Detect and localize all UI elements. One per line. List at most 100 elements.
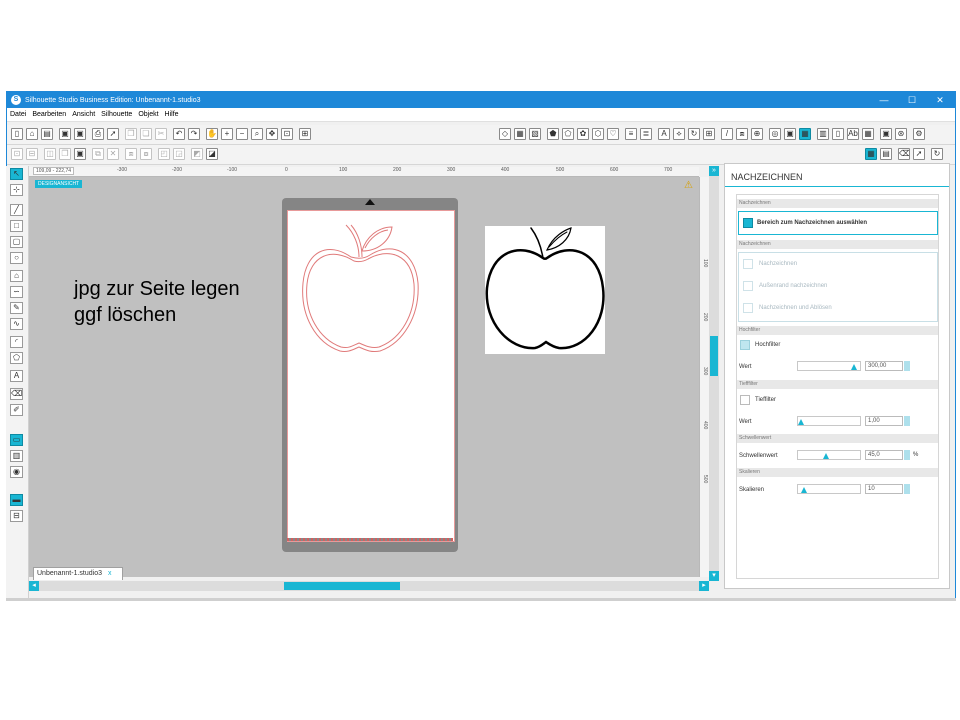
text-icon[interactable]: A — [658, 128, 670, 140]
knife-tool-icon[interactable]: ✐ — [10, 404, 23, 416]
zoom-select-icon[interactable]: ⌕ — [251, 128, 263, 140]
warning-icon[interactable]: ⚠ — [684, 180, 693, 191]
bring-to-front-icon[interactable]: ◰ — [158, 148, 170, 160]
refresh-icon[interactable]: ↻ — [931, 148, 943, 160]
settings-gear-icon[interactable]: ⚙ — [913, 128, 925, 140]
select-tool-icon[interactable]: ↖ — [10, 168, 23, 180]
delete-icon[interactable]: ✕ — [107, 148, 119, 160]
line-color-icon[interactable]: ⬡ — [592, 128, 604, 140]
page-setup-icon[interactable]: ◇ — [499, 128, 511, 140]
menu-datei[interactable]: Datei — [10, 111, 26, 118]
line-style-icon[interactable]: ♡ — [607, 128, 619, 140]
release-compound-icon[interactable]: ⧇ — [140, 148, 152, 160]
store-globe-icon[interactable]: ◉ — [10, 466, 23, 478]
store-icon[interactable]: ▣ — [880, 128, 892, 140]
menu-bearbeiten[interactable]: Bearbeiten — [32, 111, 66, 118]
text-tool-icon[interactable]: A — [10, 370, 23, 382]
apple-jpg-image[interactable] — [485, 226, 605, 354]
smooth-freehand-tool-icon[interactable]: ∿ — [10, 318, 23, 330]
fill-color-icon[interactable]: ⬟ — [547, 128, 559, 140]
undo-icon[interactable]: ↶ — [173, 128, 185, 140]
weld-icon[interactable]: ◩ — [191, 148, 203, 160]
line-tool-icon[interactable]: ╱ — [10, 204, 23, 216]
send-icon[interactable]: ➚ — [913, 148, 925, 160]
horizontal-scroll-thumb[interactable] — [284, 582, 400, 590]
horizontal-scrollbar[interactable] — [29, 581, 709, 591]
scroll-right-icon[interactable]: ▸ — [699, 581, 709, 591]
trace-active-icon[interactable]: ▦ — [799, 128, 811, 140]
fit-to-window-icon[interactable]: ⊡ — [281, 128, 293, 140]
tab-close-icon[interactable]: x — [108, 570, 112, 577]
pan-hand-icon[interactable]: ✋ — [206, 128, 218, 140]
edit-points-icon[interactable]: ◫ — [44, 148, 56, 160]
shadow-icon[interactable]: ≡ — [625, 128, 637, 140]
open-folder-icon[interactable]: ⌂ — [26, 128, 38, 140]
layers-icon[interactable]: ▥ — [817, 128, 829, 140]
rectangle-tool-icon[interactable]: □ — [10, 220, 23, 232]
select-all-icon[interactable]: ⊡ — [11, 148, 23, 160]
drag-zoom-icon[interactable]: ✥ — [266, 128, 278, 140]
send-to-back-icon[interactable]: ◲ — [173, 148, 185, 160]
vertical-scroll-thumb[interactable] — [710, 336, 718, 376]
library-icon[interactable]: ▦ — [862, 128, 874, 140]
copy-icon[interactable]: ❐ — [125, 128, 137, 140]
curve-tool-icon[interactable]: ∽ — [10, 286, 23, 298]
gradient-icon[interactable]: ⬠ — [562, 128, 574, 140]
menu-silhouette[interactable]: Silhouette — [101, 111, 132, 118]
offset-icon[interactable]: ◎ — [769, 128, 781, 140]
ungroup-icon[interactable]: ⧉ — [92, 148, 104, 160]
font-icon[interactable]: Ab — [847, 128, 859, 140]
rotate-icon[interactable]: ↻ — [688, 128, 700, 140]
eraser-tool-icon[interactable]: ⌫ — [10, 388, 23, 400]
save-icon[interactable]: ▣ — [59, 128, 71, 140]
transform-icon[interactable]: ⟡ — [673, 128, 685, 140]
knife-icon[interactable]: / — [721, 128, 733, 140]
menu-objekt[interactable]: Objekt — [138, 111, 158, 118]
cut-view-icon[interactable]: ▤ — [880, 148, 892, 160]
ellipse-tool-icon[interactable]: ○ — [10, 252, 23, 264]
send-to-cutter-icon[interactable]: ➚ — [107, 128, 119, 140]
trace-panel-icon[interactable]: ▣ — [784, 128, 796, 140]
panel-collapse-icon[interactable]: » — [709, 166, 719, 176]
grid-settings-icon[interactable]: ▦ — [514, 128, 526, 140]
zoom-in-icon[interactable]: + — [221, 128, 233, 140]
point-edit-tool-icon[interactable]: ⊹ — [10, 184, 23, 196]
regular-polygon-tool-icon[interactable]: ⬠ — [10, 352, 23, 364]
save-as-icon[interactable]: ▣ — [74, 128, 86, 140]
maximize-button[interactable]: ☐ — [899, 92, 925, 108]
lock-icon[interactable]: ◪ — [206, 148, 218, 160]
vertical-scrollbar[interactable] — [709, 166, 719, 580]
menu-hilfe[interactable]: Hilfe — [165, 111, 179, 118]
fit-page-icon[interactable]: ⊞ — [299, 128, 311, 140]
eraser-icon[interactable]: ⌫ — [898, 148, 910, 160]
design-store-icon[interactable]: ⊛ — [895, 128, 907, 140]
document-tab[interactable]: Unbenannt-1.studio3 x — [33, 567, 123, 580]
modify-icon[interactable]: ⊕ — [751, 128, 763, 140]
align-icon[interactable]: ⊞ — [703, 128, 715, 140]
freehand-tool-icon[interactable]: ✎ — [10, 302, 23, 314]
new-document-icon[interactable]: ▯ — [11, 128, 23, 140]
fill-pattern-icon[interactable]: ✿ — [577, 128, 589, 140]
make-compound-icon[interactable]: ⧈ — [125, 148, 137, 160]
replicate-icon[interactable]: ⧈ — [736, 128, 748, 140]
traced-apple-outline[interactable] — [288, 211, 454, 541]
design-page[interactable] — [287, 210, 455, 542]
polygon-tool-icon[interactable]: ⌂ — [10, 270, 23, 282]
design-view-icon[interactable]: ▦ — [865, 148, 877, 160]
print-icon[interactable]: ⎙ — [92, 128, 104, 140]
deselect-icon[interactable]: ⊟ — [26, 148, 38, 160]
rounded-rectangle-tool-icon[interactable]: ▢ — [10, 236, 23, 248]
menu-ansicht[interactable]: Ansicht — [72, 111, 95, 118]
group-icon[interactable]: ▣ — [74, 148, 86, 160]
arc-tool-icon[interactable]: ◜ — [10, 336, 23, 348]
split-view-icon[interactable]: ⊟ — [10, 510, 23, 522]
scroll-left-icon[interactable]: ◂ — [29, 581, 39, 591]
zoom-out-icon[interactable]: − — [236, 128, 248, 140]
panel-toggle-icon[interactable]: ▬ — [10, 494, 23, 506]
paste-icon[interactable]: ❏ — [140, 128, 152, 140]
redo-icon[interactable]: ↷ — [188, 128, 200, 140]
text-style-icon[interactable]: ≣ — [640, 128, 652, 140]
library-book-icon[interactable]: ▥ — [10, 450, 23, 462]
sketch-icon[interactable]: ▯ — [832, 128, 844, 140]
page-view-icon[interactable]: ▭ — [10, 434, 23, 446]
